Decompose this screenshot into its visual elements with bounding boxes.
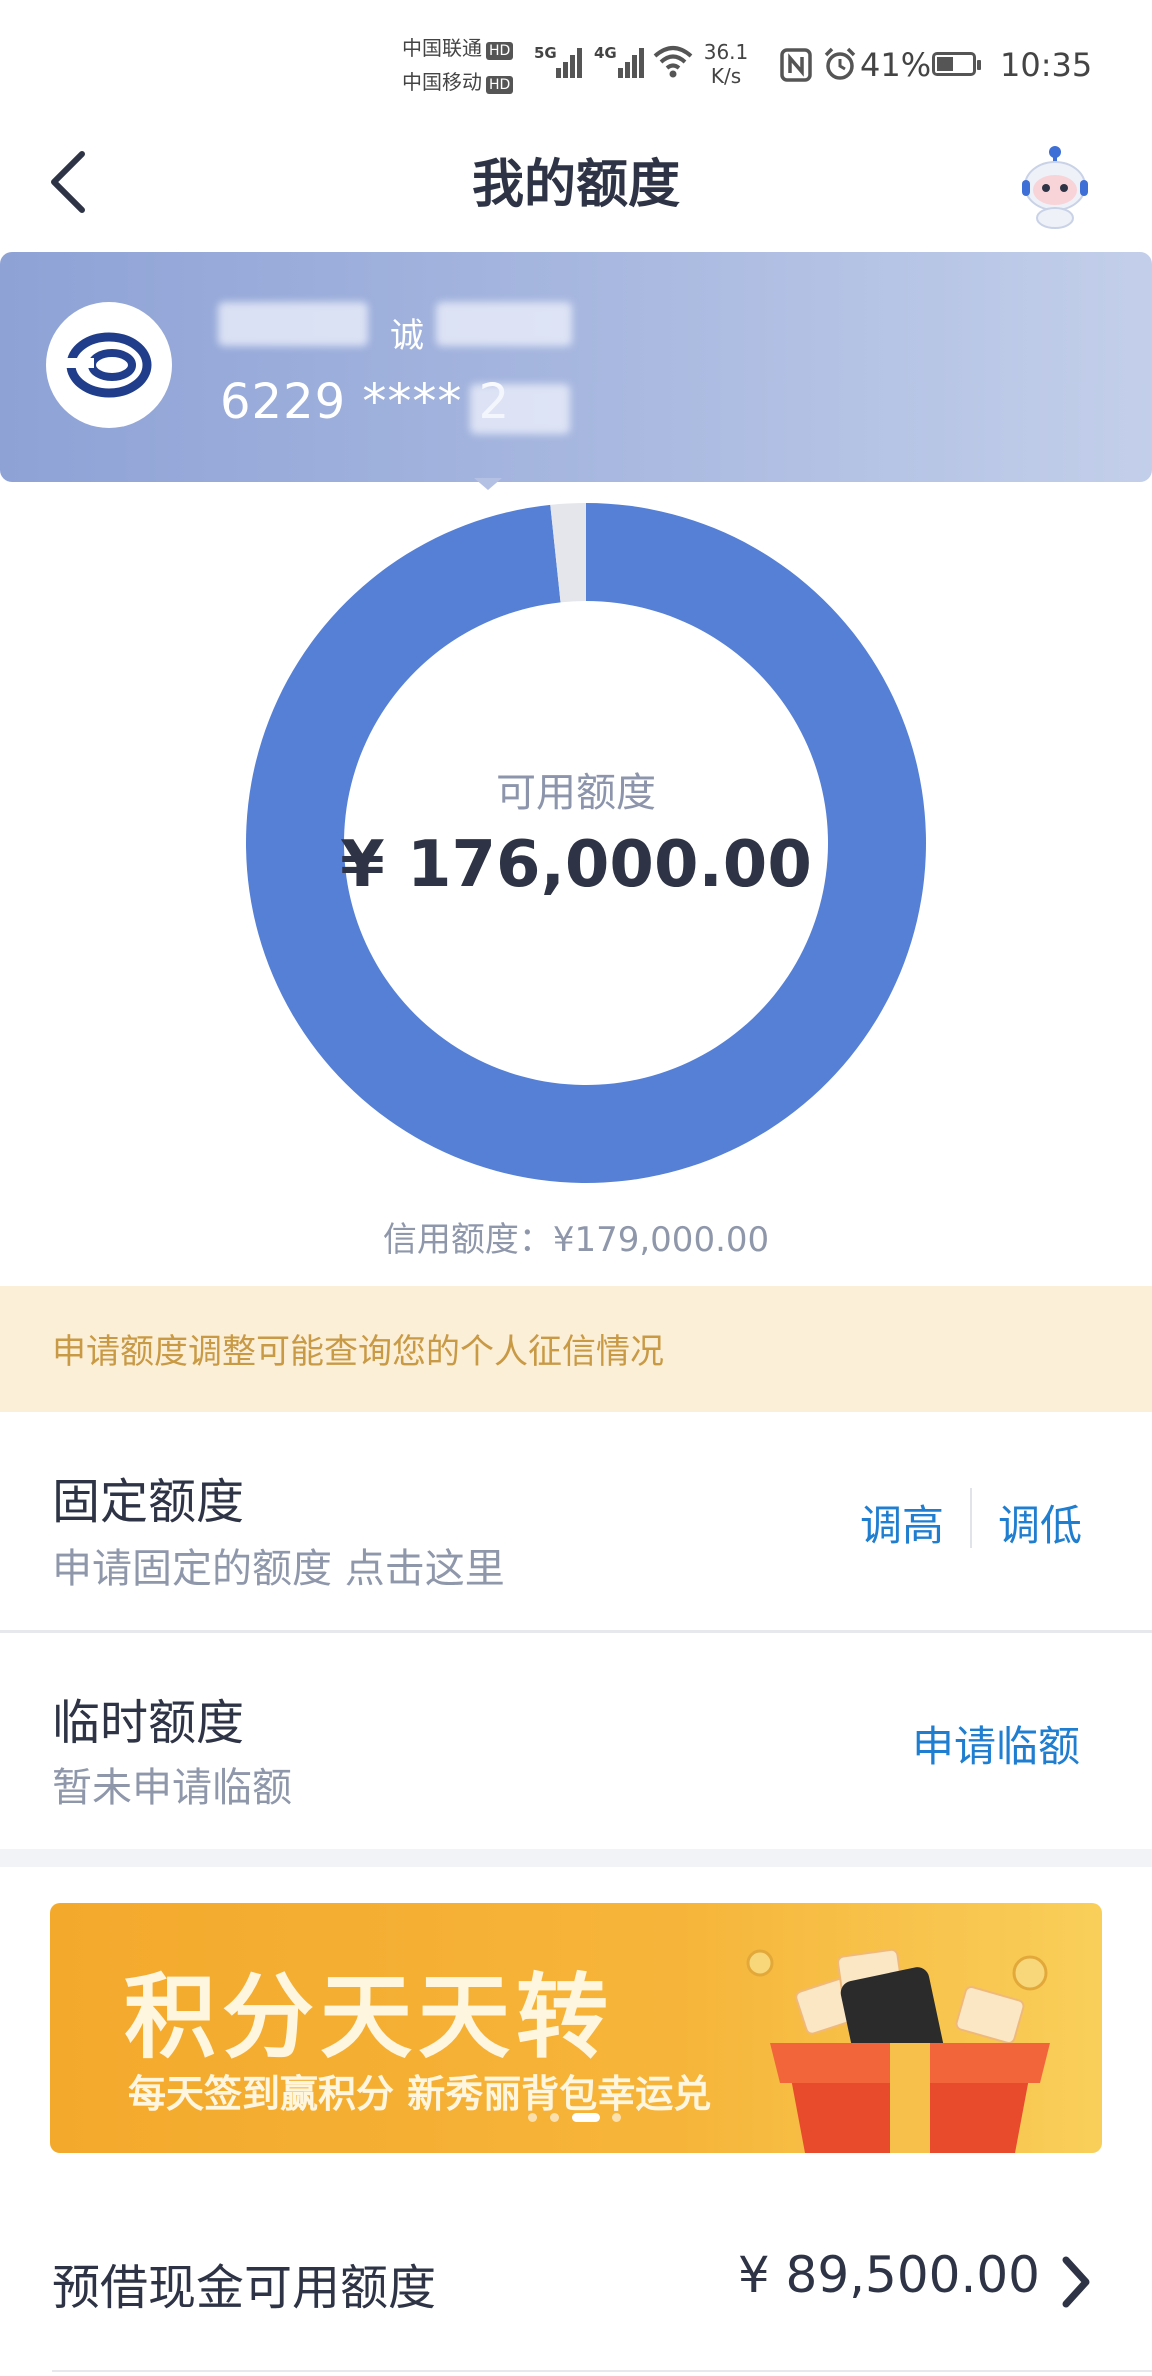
hd-badge: HD (486, 42, 514, 60)
battery-percent: 41% (860, 46, 932, 84)
apply-temporary-limit-button[interactable]: 申请临额 (912, 1713, 1080, 1774)
cash-advance-label: 预借现金可用额度 (52, 2260, 437, 2316)
banner-pointer (474, 478, 502, 490)
gift-box-illustration (746, 1948, 1050, 2153)
link-divider (970, 1488, 972, 1548)
nfc-icon (780, 48, 812, 82)
promo-title: 积分天天转 (124, 1964, 615, 2071)
speed-unit: K/s (710, 64, 742, 88)
notice-text: 申请额度调整可能查询您的个人征信情况 (52, 1332, 664, 1372)
status-bar: 中国联通 HD 中国移动 HD 5G 4G 36.1 K/s 41% 10:35 (0, 0, 1152, 130)
lower-limit-button[interactable]: 调低 (998, 1492, 1082, 1553)
divider (52, 2370, 1152, 2372)
carousel-dot[interactable] (550, 2113, 559, 2122)
robot-assistant-icon[interactable] (1010, 142, 1100, 232)
network-speed: 36.1 K/s (698, 40, 754, 88)
promo-banner[interactable]: 积分天天转 每天签到赢积分 新秀丽背包幸运兑 (50, 1903, 1102, 2153)
card-holder-name: 诚 (390, 316, 424, 356)
carrier-1-name: 中国联通 (402, 36, 482, 60)
promo-subtitle: 每天签到赢积分 新秀丽背包幸运兑 (128, 2072, 712, 2116)
network-type-2: 4G (594, 44, 617, 62)
page-title: 我的额度 (471, 155, 680, 215)
carrier-2: 中国移动 HD (402, 70, 514, 94)
network-type-1: 5G (534, 44, 557, 62)
temporary-limit-subtitle: 暂未申请临额 (52, 1765, 292, 1811)
cash-advance-amount: ¥ 89,500.00 (737, 2246, 1040, 2304)
section-gap (0, 1849, 1152, 1867)
carrier-1: 中国联通 HD (402, 36, 514, 60)
signal-icon: 5G (534, 38, 582, 78)
hd-badge: HD (486, 76, 514, 94)
carousel-dot[interactable] (572, 2113, 600, 2122)
available-credit-label: 可用额度 (496, 770, 656, 816)
signal-icon: 4G (594, 38, 646, 78)
carrier-2-name: 中国移动 (402, 70, 482, 94)
bank-logo-icon (46, 302, 172, 428)
alarm-icon (824, 47, 856, 80)
card-banner[interactable]: 诚 6229 **** 2 (0, 252, 1152, 482)
clock: 10:35 (1000, 46, 1093, 84)
speed-value: 36.1 (703, 40, 749, 64)
available-credit-amount: ¥ 176,000.00 (340, 828, 812, 902)
credit-check-notice: 申请额度调整可能查询您的个人征信情况 (0, 1286, 1152, 1412)
battery-icon (932, 52, 982, 78)
chevron-right-icon[interactable] (1056, 2254, 1096, 2310)
credit-limit-text: 信用额度：¥179,000.00 (382, 1220, 770, 1260)
wifi-icon (653, 46, 693, 78)
carousel-dot[interactable] (528, 2113, 537, 2122)
temporary-limit-row[interactable]: 临时额度 暂未申请临额 申请临额 (0, 1633, 1152, 1849)
raise-limit-button[interactable]: 调高 (860, 1492, 944, 1553)
fixed-limit-title: 固定额度 (52, 1474, 245, 1530)
temporary-limit-title: 临时额度 (52, 1695, 245, 1751)
fixed-limit-row[interactable]: 固定额度 申请固定的额度 点击这里 调高 调低 (0, 1412, 1152, 1630)
card-number: 6229 **** 2 (220, 374, 511, 430)
carousel-dot[interactable] (612, 2113, 621, 2122)
fixed-limit-subtitle: 申请固定的额度 点击这里 (52, 1546, 505, 1592)
